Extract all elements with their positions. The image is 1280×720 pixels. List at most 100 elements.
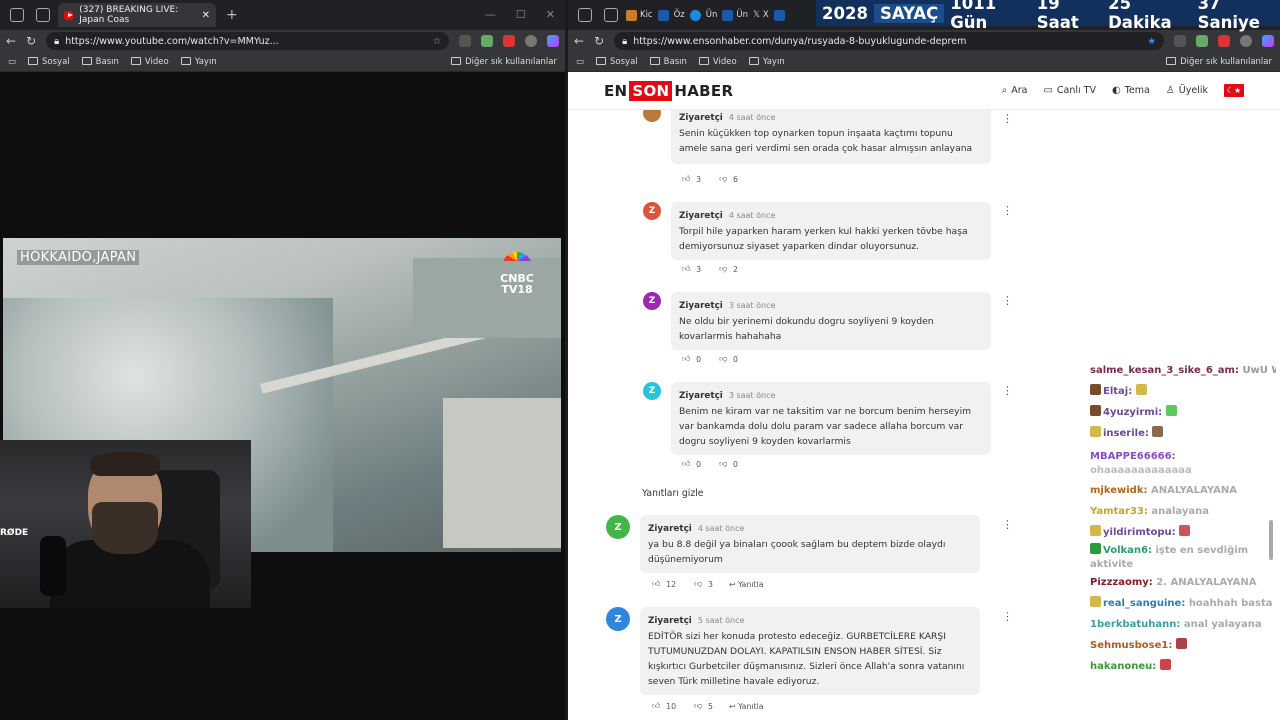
reading-list-icon[interactable]: ▭ xyxy=(8,57,16,67)
back-icon[interactable]: ← xyxy=(6,34,16,48)
maximize-icon[interactable]: ☐ xyxy=(516,8,526,21)
profile-avatar[interactable] xyxy=(525,35,537,47)
emote-icon xyxy=(1175,638,1187,649)
bookmark-basin[interactable]: Basın xyxy=(81,56,119,67)
bookmark-sosyal[interactable]: Sosyal xyxy=(28,56,70,67)
reply-button[interactable]: ↩ Yanıtla xyxy=(729,580,764,589)
other-favorites[interactable]: Diğer sık kullanılanlar xyxy=(1166,56,1272,67)
extension-icon[interactable] xyxy=(503,35,515,47)
avatar: Z xyxy=(606,607,630,631)
tab-circle[interactable] xyxy=(689,9,701,21)
tab-x[interactable]: 𝕏X xyxy=(753,10,769,20)
ensonhaber-logo[interactable]: EN SON HABER xyxy=(604,80,733,101)
page-scrollbar[interactable] xyxy=(1269,520,1273,560)
minimize-icon[interactable]: — xyxy=(485,8,496,21)
window-controls: — ☐ ✕ xyxy=(485,8,555,21)
workspaces-icon[interactable] xyxy=(10,8,24,22)
tab-actions-icon[interactable] xyxy=(604,8,618,22)
chat-message: inserile: xyxy=(1090,423,1276,444)
right-bookmarks-bar: ▭ Sosyal Basın Video Yayın Diğer sık kul… xyxy=(568,52,1280,72)
comment-actions: 👍︎ 0 👎︎ 0 xyxy=(682,354,739,364)
more-options-icon[interactable]: ⋮ xyxy=(1002,384,1013,397)
favorite-star-icon[interactable]: ☆ xyxy=(432,36,441,47)
profile-avatar[interactable] xyxy=(1240,35,1252,47)
like-icon[interactable]: 👍︎ xyxy=(682,459,690,469)
extension-icon[interactable] xyxy=(1174,35,1186,47)
dislike-icon[interactable]: 👎︎ xyxy=(719,174,727,184)
more-options-icon[interactable]: ⋮ xyxy=(1002,204,1013,217)
like-icon[interactable]: 👍︎ xyxy=(682,264,690,274)
bookmark-yayin[interactable]: Yayın xyxy=(748,56,785,67)
refresh-icon[interactable]: ↻ xyxy=(26,34,36,48)
copilot-icon[interactable] xyxy=(1262,35,1274,47)
like-icon[interactable]: 👍︎ xyxy=(682,174,690,184)
bookmark-yayin[interactable]: Yayın xyxy=(180,56,217,67)
more-options-icon[interactable]: ⋮ xyxy=(1002,294,1013,307)
nav-search[interactable]: ⌕ Ara xyxy=(1002,85,1028,96)
comment: Z Ziyaretçi 4 saat önce Torpil hile yapar… xyxy=(643,202,991,260)
dislike-icon[interactable]: 👎︎ xyxy=(719,354,727,364)
nav-theme[interactable]: ◐ Tema xyxy=(1112,85,1150,96)
hide-replies-link[interactable]: Yanıtları gizle xyxy=(642,488,704,499)
emote-icon xyxy=(1152,426,1164,437)
more-options-icon[interactable]: ⋮ xyxy=(1002,112,1013,125)
peacock-icon xyxy=(502,252,532,270)
like-icon[interactable]: 👍︎ xyxy=(652,579,660,589)
reading-list-icon[interactable]: ▭ xyxy=(576,57,584,67)
url-field[interactable]: 🔒︎ https://www.ensonhaber.com/dunya/rusy… xyxy=(614,32,1164,50)
tab-72c[interactable] xyxy=(773,9,785,21)
tab-72b[interactable]: Ün xyxy=(722,9,748,21)
workspaces-icon[interactable] xyxy=(578,8,592,22)
site-nav: ⌕ Ara ▭ Canlı TV ◐ Tema ♙ Üyelik ☾★ xyxy=(1002,84,1244,97)
streamer-beard xyxy=(92,502,158,554)
like-icon[interactable]: 👍︎ xyxy=(652,701,660,711)
tab-oz[interactable]: Öz xyxy=(674,10,685,20)
bookmark-video[interactable]: Video xyxy=(130,56,169,67)
close-tab-icon[interactable]: ✕ xyxy=(202,10,210,21)
countdown-overlay: 2028 SAYAÇ 1011 Gün 19 Saat 25 Dakika 37… xyxy=(816,0,1280,32)
new-tab-button[interactable]: + xyxy=(226,7,238,23)
chat-message: 4yuzyirmi: xyxy=(1090,402,1276,423)
bookmark-sosyal[interactable]: Sosyal xyxy=(596,56,638,67)
extension-icon[interactable] xyxy=(1218,35,1230,47)
refresh-icon[interactable]: ↻ xyxy=(594,34,604,48)
copilot-icon[interactable] xyxy=(547,35,559,47)
extension-icon[interactable] xyxy=(459,35,471,47)
nav-live-tv[interactable]: ▭ Canlı TV xyxy=(1043,85,1096,96)
favorite-star-icon[interactable]: ★ xyxy=(1147,36,1156,47)
chat-message: Eltaj: xyxy=(1090,381,1276,402)
comment-text: Senin küçükken top oynarken topun inşaat… xyxy=(679,128,973,154)
cnbc-tv18-logo: CNBC TV18 xyxy=(491,252,543,295)
dislike-icon[interactable]: 👎︎ xyxy=(694,579,702,589)
tab-un-1[interactable]: Ün xyxy=(706,10,718,20)
comment: Z Ziyaretçi 5 saat önce EDİTÖR sizi her k… xyxy=(606,607,980,695)
dislike-icon[interactable]: 👎︎ xyxy=(719,264,727,274)
chat-message: MBAPPE66666: ohaaaaaaaaaaaaa xyxy=(1090,451,1192,476)
bookmark-video[interactable]: Video xyxy=(698,56,737,67)
tab-72[interactable] xyxy=(657,9,669,21)
badge-icon xyxy=(1090,384,1101,395)
bookmark-basin[interactable]: Basın xyxy=(649,56,687,67)
comment-actions: 👍︎ 3 👎︎ 6 xyxy=(682,174,739,184)
site-header: EN SON HABER ⌕ Ara ▭ Canlı TV ◐ Tema ♙ Üyelik … xyxy=(568,72,1280,110)
dislike-icon[interactable]: 👎︎ xyxy=(694,701,702,711)
url-field[interactable]: 🔒︎ https://www.youtube.com/watch?v=MMYuz… xyxy=(46,32,449,50)
nav-membership[interactable]: ♙ Üyelik xyxy=(1166,85,1208,96)
more-options-icon[interactable]: ⋮ xyxy=(1002,518,1013,531)
tab-actions-icon[interactable] xyxy=(36,8,50,22)
stream-chat-overlay: salme_kesan_3_sike_6_am: UwU W Eltaj: 4y… xyxy=(1090,360,1276,677)
tab-kick[interactable]: Kic xyxy=(626,9,653,21)
extension-icon[interactable] xyxy=(1196,35,1208,47)
dislike-icon[interactable]: 👎︎ xyxy=(719,459,727,469)
tab-youtube[interactable]: (327) BREAKING LIVE: Japan Coas ✕ xyxy=(58,3,216,27)
close-window-icon[interactable]: ✕ xyxy=(546,8,555,21)
back-icon[interactable]: ← xyxy=(574,34,584,48)
extension-icon[interactable] xyxy=(481,35,493,47)
other-favorites[interactable]: Diğer sık kullanılanlar xyxy=(451,56,557,67)
reply-button[interactable]: ↩ Yanıtla xyxy=(729,702,764,711)
comment-body: Ziyaretçi 3 saat önce Benim ne kiram var … xyxy=(671,382,991,455)
turkey-flag-icon[interactable]: ☾★ xyxy=(1224,84,1244,97)
like-icon[interactable]: 👍︎ xyxy=(682,354,690,364)
comment: Z Ziyaretçi 4 saat önce ya bu 8.8 değil y… xyxy=(606,515,980,573)
more-options-icon[interactable]: ⋮ xyxy=(1002,610,1013,623)
